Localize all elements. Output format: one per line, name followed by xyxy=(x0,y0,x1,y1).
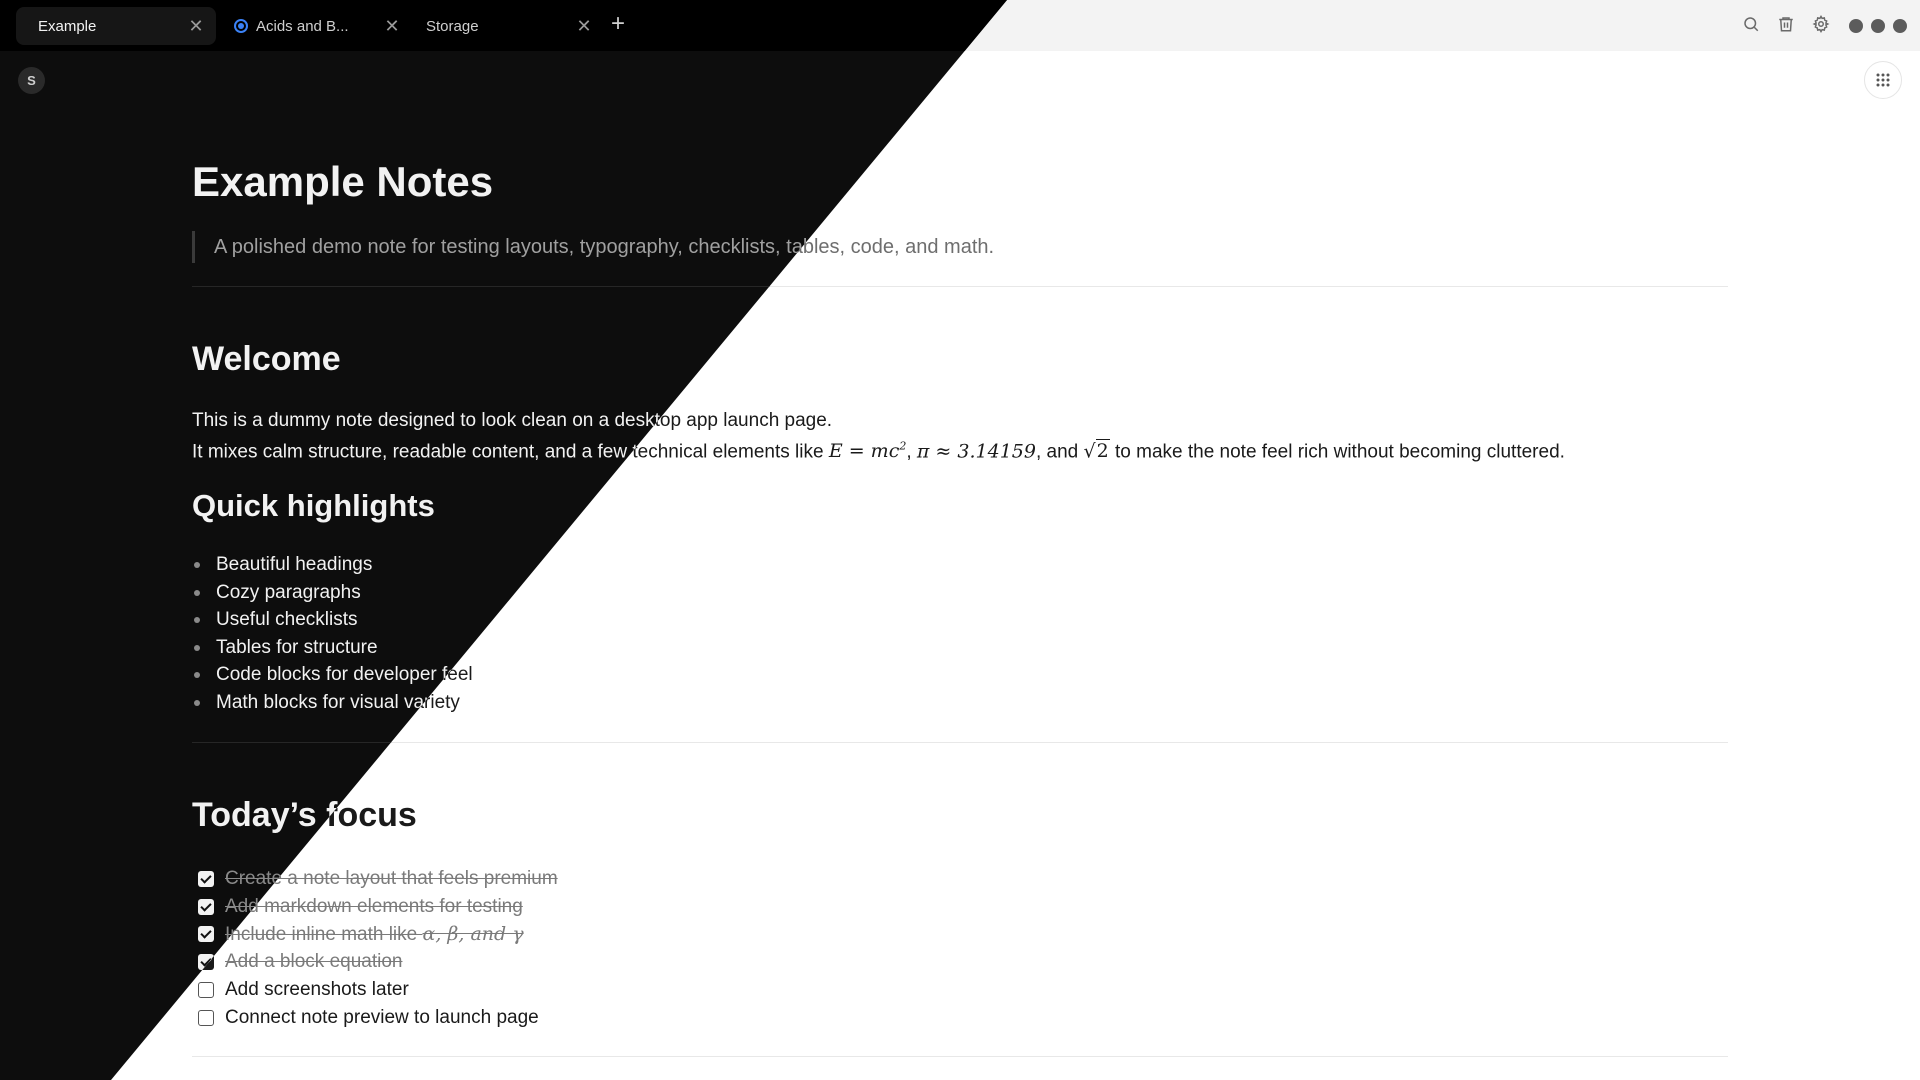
checkbox[interactable] xyxy=(198,898,214,915)
math-pi: π ≈ 3.14159 xyxy=(916,440,1036,463)
trash-icon[interactable] xyxy=(1777,15,1795,33)
highlights-list: Beautiful headings Cozy paragraphs Usefu… xyxy=(192,551,473,717)
checkbox[interactable] xyxy=(198,870,214,887)
math-emc2: E = mc2 xyxy=(828,440,907,463)
divider xyxy=(192,742,1728,743)
checklist-item: Connect note preview to launch page xyxy=(192,1004,558,1032)
tab-label: Acids and B... xyxy=(256,17,349,35)
list-item: Code blocks for developer feel xyxy=(192,661,473,689)
checkbox[interactable] xyxy=(198,982,214,999)
list-item: Useful checklists xyxy=(192,606,473,634)
app-logo-badge[interactable]: S xyxy=(18,67,45,94)
grid-icon xyxy=(1876,73,1890,87)
tab-acids-and-bases[interactable]: Acids and B... ✕ xyxy=(212,7,412,45)
divider xyxy=(192,1056,1728,1057)
math-sqrt2: √2 xyxy=(1083,439,1110,463)
page-title: Example Notes xyxy=(192,158,494,205)
list-item: Cozy paragraphs xyxy=(192,579,473,607)
toolbar xyxy=(1742,15,1830,33)
list-item: Tables for structure xyxy=(192,634,473,662)
radio-dot-icon xyxy=(234,19,248,33)
search-icon[interactable] xyxy=(1742,15,1760,33)
apps-grid-button[interactable] xyxy=(1864,61,1902,99)
checklist-item: Add a block equation xyxy=(192,948,558,976)
close-icon[interactable]: ✕ xyxy=(384,17,400,35)
close-icon[interactable]: ✕ xyxy=(188,17,204,35)
window-dot-icon[interactable] xyxy=(1893,19,1907,33)
window-dot-icon[interactable] xyxy=(1849,19,1863,33)
heading-welcome: Welcome xyxy=(192,340,341,378)
tab-storage[interactable]: Storage ✕ xyxy=(404,7,604,45)
heading-quick-highlights: Quick highlights xyxy=(192,488,435,523)
tab-label: Storage xyxy=(426,17,479,35)
window-controls xyxy=(1849,19,1907,33)
add-tab-button[interactable]: + xyxy=(606,12,630,38)
list-item: Beautiful headings xyxy=(192,551,473,579)
checklist-item: Add screenshots later xyxy=(192,976,558,1004)
close-icon[interactable]: ✕ xyxy=(576,17,592,35)
checkbox[interactable] xyxy=(198,926,214,943)
tab-example[interactable]: Example ✕ xyxy=(16,7,216,45)
checkbox[interactable] xyxy=(198,1009,214,1026)
checklist-item: Include inline math like α, β, and γ xyxy=(192,921,558,949)
tab-label: Example xyxy=(38,17,97,35)
window-dot-icon[interactable] xyxy=(1871,19,1885,33)
gear-icon[interactable] xyxy=(1812,15,1830,33)
